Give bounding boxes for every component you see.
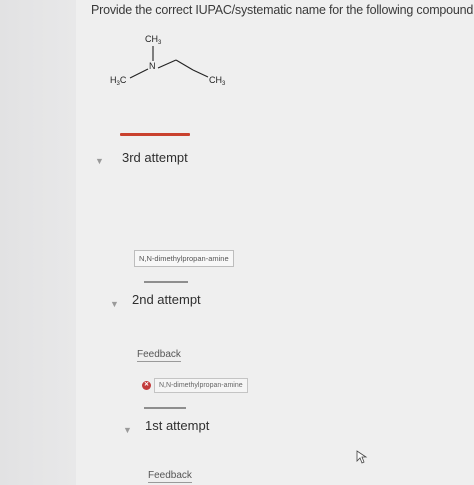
attempt-2-answer-value: N,N-dimethylpropan-amine: [154, 378, 248, 393]
attempt-3-title[interactable]: 3rd attempt: [122, 150, 188, 165]
mouse-cursor-icon: [356, 450, 368, 464]
page: Provide the correct IUPAC/systematic nam…: [0, 0, 474, 485]
incorrect-icon: ✕: [142, 381, 151, 390]
chevron-down-icon[interactable]: ▼: [123, 425, 132, 435]
attempt-1-feedback-link[interactable]: Feedback: [148, 470, 192, 483]
bond-ch2-ch3: [192, 69, 209, 78]
attempt-2-title[interactable]: 2nd attempt: [132, 292, 201, 307]
bond-n-ch2: [157, 59, 177, 69]
current-attempt-indicator: [120, 133, 190, 136]
attempt-1-title[interactable]: 1st attempt: [145, 418, 209, 433]
attempt-divider: [144, 407, 186, 409]
nitrogen-label: N: [149, 61, 156, 71]
left-methyl-label: H3C: [110, 75, 127, 87]
chemical-structure: CH3 N H3C CH3: [110, 34, 226, 87]
chevron-down-icon[interactable]: ▼: [95, 156, 104, 166]
left-margin: [0, 0, 76, 485]
attempt-divider: [144, 281, 188, 283]
question-text: Provide the correct IUPAC/systematic nam…: [91, 3, 474, 17]
bond-n-methyl-left: [129, 68, 149, 79]
top-methyl-label: CH3: [145, 34, 162, 46]
chevron-down-icon[interactable]: ▼: [110, 299, 119, 309]
attempt-2-feedback-link[interactable]: Feedback: [137, 349, 181, 362]
right-methyl-label: CH3: [209, 75, 226, 87]
bond-ch2-ch2: [175, 59, 194, 71]
attempt-3-answer-input[interactable]: N,N-dimethylpropan-amine: [134, 250, 234, 267]
attempt-2-answer-row: ✕ N,N-dimethylpropan-amine: [142, 378, 248, 393]
